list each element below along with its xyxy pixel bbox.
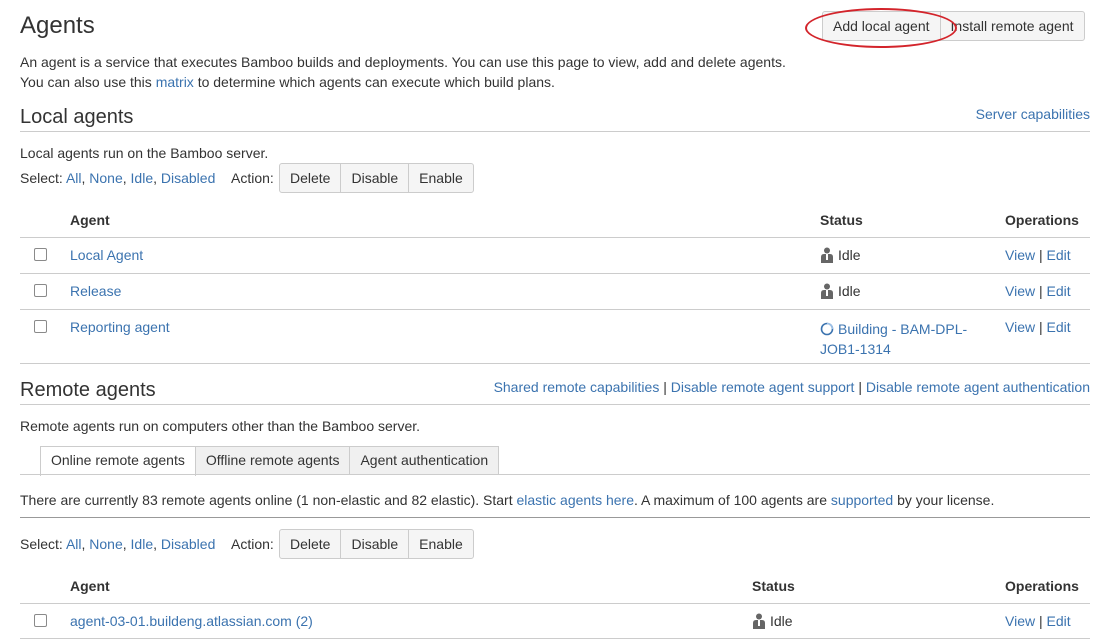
row-operations: View | Edit	[1005, 247, 1071, 263]
disable-button[interactable]: Disable	[340, 529, 410, 559]
row-checkbox[interactable]	[34, 284, 47, 297]
edit-link[interactable]: Edit	[1047, 613, 1071, 629]
agent-name-link[interactable]: agent-03-01.buildeng.atlassian.com (2)	[70, 613, 313, 629]
select-none-link[interactable]: None	[89, 170, 122, 186]
select-all-link[interactable]: All	[66, 170, 82, 186]
local-agents-heading: Local agents	[20, 106, 134, 128]
shared-remote-capabilities-link[interactable]: Shared remote capabilities	[494, 379, 660, 395]
row-checkbox[interactable]	[34, 614, 47, 627]
view-link[interactable]: View	[1005, 283, 1035, 299]
local-agents-description: Local agents run on the Bamboo server.	[20, 145, 269, 161]
install-remote-agent-button[interactable]: Install remote agent	[939, 11, 1085, 41]
agent-actions: Add local agent Install remote agent	[822, 11, 1085, 41]
building-spinner-icon	[820, 322, 834, 336]
column-header-agent: Agent	[70, 578, 110, 594]
edit-link[interactable]: Edit	[1047, 283, 1071, 299]
disable-remote-agent-support-link[interactable]: Disable remote agent support	[671, 379, 855, 395]
row-operations: View | Edit	[1005, 319, 1071, 335]
row-checkbox[interactable]	[34, 320, 47, 333]
select-disabled-link[interactable]: Disabled	[161, 170, 215, 186]
add-local-agent-button[interactable]: Add local agent	[822, 11, 941, 41]
idle-agent-icon	[753, 613, 765, 629]
status-badge: Idle	[820, 283, 861, 299]
disable-button[interactable]: Disable	[340, 163, 410, 193]
remote-agents-heading: Remote agents	[20, 379, 156, 401]
view-link[interactable]: View	[1005, 613, 1035, 629]
action-label: Action:	[231, 170, 274, 186]
action-label: Action:	[231, 536, 274, 552]
column-header-status: Status	[752, 578, 795, 594]
matrix-link[interactable]: matrix	[156, 74, 194, 90]
row-checkbox[interactable]	[34, 248, 47, 261]
enable-button[interactable]: Enable	[408, 529, 474, 559]
remote-agent-tabs: Online remote agents Offline remote agen…	[40, 446, 500, 476]
divider	[20, 131, 1090, 132]
tab-agent-authentication[interactable]: Agent authentication	[349, 446, 500, 475]
select-disabled-link[interactable]: Disabled	[161, 536, 215, 552]
page-title: Agents	[20, 12, 95, 39]
status-badge: Building - BAM-DPL- JOB1-1314	[820, 319, 967, 359]
server-capabilities-link[interactable]: Server capabilities	[976, 106, 1090, 122]
remote-select-bar: Select: All, None, Idle, Disabled	[20, 536, 216, 552]
elastic-agents-link[interactable]: elastic agents here	[516, 492, 634, 508]
view-link[interactable]: View	[1005, 247, 1035, 263]
column-header-operations: Operations	[1005, 212, 1079, 228]
intro-text-1: An agent is a service that executes Bamb…	[20, 54, 786, 70]
status-badge: Idle	[752, 613, 793, 629]
remote-agent-links: Shared remote capabilities | Disable rem…	[493, 379, 1090, 395]
column-header-status: Status	[820, 212, 863, 228]
supported-link[interactable]: supported	[831, 492, 893, 508]
disable-remote-agent-authentication-link[interactable]: Disable remote agent authentication	[866, 379, 1090, 395]
agent-name-link[interactable]: Release	[70, 283, 121, 299]
online-agents-summary: There are currently 83 remote agents onl…	[20, 492, 995, 508]
column-header-agent: Agent	[70, 212, 110, 228]
view-link[interactable]: View	[1005, 319, 1035, 335]
select-idle-link[interactable]: Idle	[131, 536, 154, 552]
tab-offline-remote-agents[interactable]: Offline remote agents	[194, 446, 351, 475]
row-operations: View | Edit	[1005, 613, 1071, 629]
idle-agent-icon	[821, 283, 833, 299]
agent-name-link[interactable]: Reporting agent	[70, 319, 170, 335]
idle-agent-icon	[821, 247, 833, 263]
delete-button[interactable]: Delete	[279, 163, 342, 193]
status-badge: Idle	[820, 247, 861, 263]
remote-agents-description: Remote agents run on computers other tha…	[20, 418, 421, 434]
select-all-link[interactable]: All	[66, 536, 82, 552]
column-header-operations: Operations	[1005, 578, 1079, 594]
local-select-bar: Select: All, None, Idle, Disabled	[20, 170, 216, 186]
intro-text-2: You can also use this matrix to determin…	[20, 74, 555, 90]
delete-button[interactable]: Delete	[279, 529, 342, 559]
edit-link[interactable]: Edit	[1047, 319, 1071, 335]
local-action-buttons: Delete Disable Enable	[279, 163, 474, 193]
tab-online-remote-agents[interactable]: Online remote agents	[40, 446, 196, 476]
enable-button[interactable]: Enable	[408, 163, 474, 193]
edit-link[interactable]: Edit	[1047, 247, 1071, 263]
row-operations: View | Edit	[1005, 283, 1071, 299]
building-job-link[interactable]: JOB1-1314	[820, 341, 891, 357]
select-none-link[interactable]: None	[89, 536, 122, 552]
remote-action-buttons: Delete Disable Enable	[279, 529, 474, 559]
building-job-link[interactable]: Building - BAM-DPL-	[838, 321, 967, 337]
agent-name-link[interactable]: Local Agent	[70, 247, 143, 263]
select-idle-link[interactable]: Idle	[131, 170, 154, 186]
